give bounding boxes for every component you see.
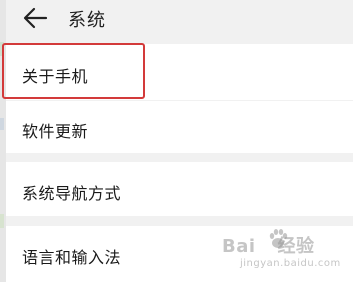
menu-item-language-input[interactable]: 语言和输入法 [6,226,353,282]
menu-item-label: 软件更新 [22,122,89,141]
menu-item-label: 关于手机 [22,67,89,86]
app-header: 系统 [6,0,353,38]
menu-item-system-navigation[interactable]: 系统导航方式 [6,162,353,216]
menu-item-label: 系统导航方式 [22,184,122,203]
page-title: 系统 [68,10,106,31]
menu-item-about-phone[interactable]: 关于手机 [6,44,353,100]
background-fragment [0,42,4,56]
arrow-left-icon [23,7,48,29]
background-fragment [0,214,4,228]
menu-item-label: 语言和输入法 [22,248,122,267]
background-fragment [0,118,4,130]
menu-item-software-update[interactable]: 软件更新 [6,101,353,153]
back-button[interactable] [20,4,50,32]
settings-panel: 系统 关于手机 软件更新 系统导航方式 语言和输入法 [6,0,353,282]
